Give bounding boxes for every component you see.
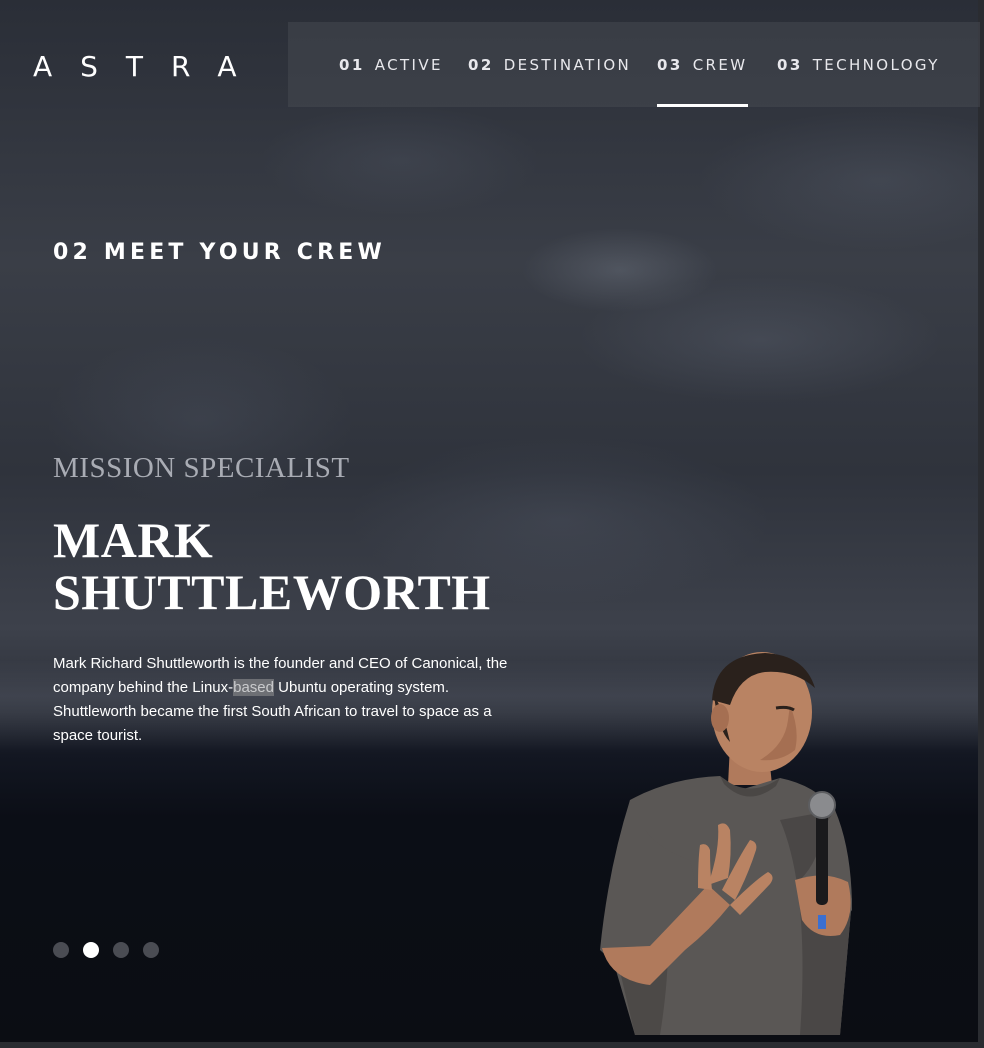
- pagination-dot-2[interactable]: [83, 942, 99, 958]
- pagination-dot-1[interactable]: [53, 942, 69, 958]
- crew-role: MISSION SPECIALIST: [53, 452, 350, 484]
- crew-name-line1: MARK: [53, 512, 214, 568]
- crew-name: MARK SHUTTLEWORTH: [53, 514, 513, 618]
- main-navigation: 01 ACTIVE 02 DESTINATION 03 CREW 03 TECH…: [288, 22, 980, 107]
- crew-portrait-image: [600, 652, 852, 1035]
- page-edge-right: [978, 0, 984, 1048]
- nav-item-label: TECHNOLOGY: [812, 55, 940, 74]
- nav-item-label: DESTINATION: [503, 55, 632, 74]
- nav-item-label: CREW: [692, 55, 748, 74]
- nav-item-label: ACTIVE: [374, 55, 443, 74]
- crew-name-line2: SHUTTLEWORTH: [53, 564, 491, 620]
- nav-item-technology[interactable]: 03 TECHNOLOGY: [777, 22, 940, 107]
- nav-item-active[interactable]: 01 ACTIVE: [339, 22, 443, 107]
- nav-item-crew[interactable]: 03 CREW: [657, 22, 748, 107]
- crew-pagination: [53, 942, 159, 958]
- pagination-dot-3[interactable]: [113, 942, 129, 958]
- nav-item-destination[interactable]: 02 DESTINATION: [468, 22, 631, 107]
- crew-page: ASTRA 01 ACTIVE 02 DESTINATION 03 CREW 0…: [0, 0, 984, 1048]
- nav-item-number: 03: [777, 55, 803, 74]
- nav-item-number: 01: [339, 55, 365, 74]
- pagination-dot-4[interactable]: [143, 942, 159, 958]
- section-title: 02 MEET YOUR CREW: [53, 240, 386, 265]
- page-edge-bottom: [0, 1042, 984, 1048]
- brand-logo[interactable]: ASTRA: [33, 50, 265, 83]
- crew-bio: Mark Richard Shuttleworth is the founder…: [53, 652, 513, 748]
- nav-item-number: 02: [468, 55, 494, 74]
- crew-bio-highlight: based: [233, 679, 274, 696]
- nav-item-number: 03: [657, 55, 683, 74]
